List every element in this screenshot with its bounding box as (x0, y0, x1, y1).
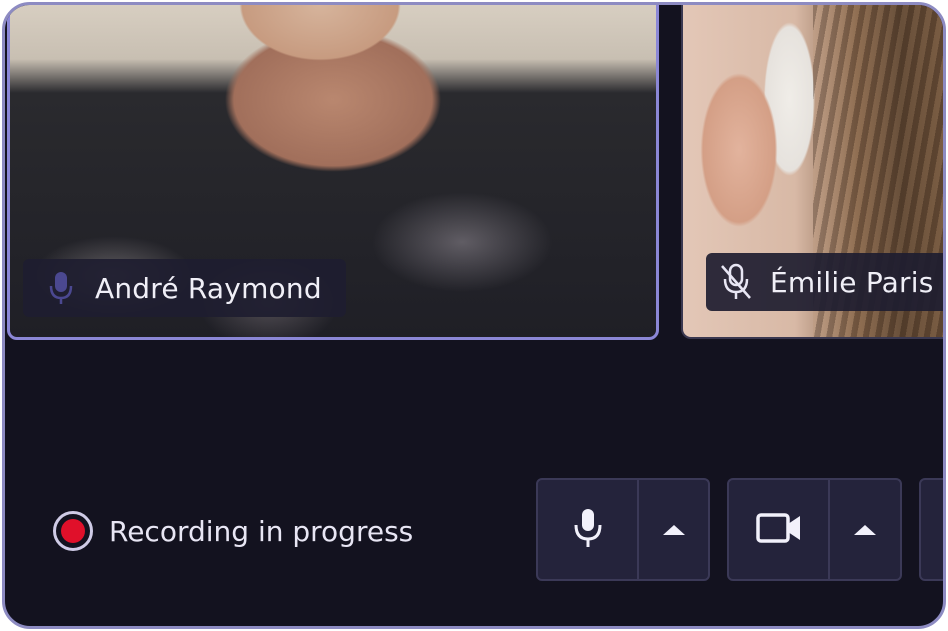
microphone-icon (572, 507, 604, 553)
toggle-camera-button[interactable] (729, 480, 830, 579)
recording-indicator-icon (53, 511, 93, 551)
participant-name: Émilie Paris (770, 265, 934, 299)
toggle-microphone-button[interactable] (538, 480, 639, 579)
recording-label: Recording in progress (109, 514, 414, 548)
microphone-control (536, 478, 710, 581)
video-camera-icon (755, 511, 802, 549)
recording-status: Recording in progress (53, 511, 413, 551)
participant-tile-andre[interactable]: André Raymond (7, 5, 659, 340)
microphone-icon (41, 268, 81, 308)
microphone-muted-icon (716, 262, 756, 302)
camera-control (727, 478, 902, 581)
participant-name-tag: Émilie Paris (706, 253, 943, 311)
additional-control-button[interactable] (919, 478, 943, 581)
participant-name: André Raymond (95, 271, 322, 305)
participant-name-tag: André Raymond (23, 259, 346, 317)
call-window: André Raymond Émilie Paris Recording in … (2, 2, 946, 629)
microphone-options-button[interactable] (639, 480, 708, 579)
caret-up-icon (662, 524, 685, 535)
camera-options-button[interactable] (830, 480, 900, 579)
caret-up-icon (854, 524, 876, 535)
participant-tile-emilie[interactable]: Émilie Paris (681, 5, 943, 339)
